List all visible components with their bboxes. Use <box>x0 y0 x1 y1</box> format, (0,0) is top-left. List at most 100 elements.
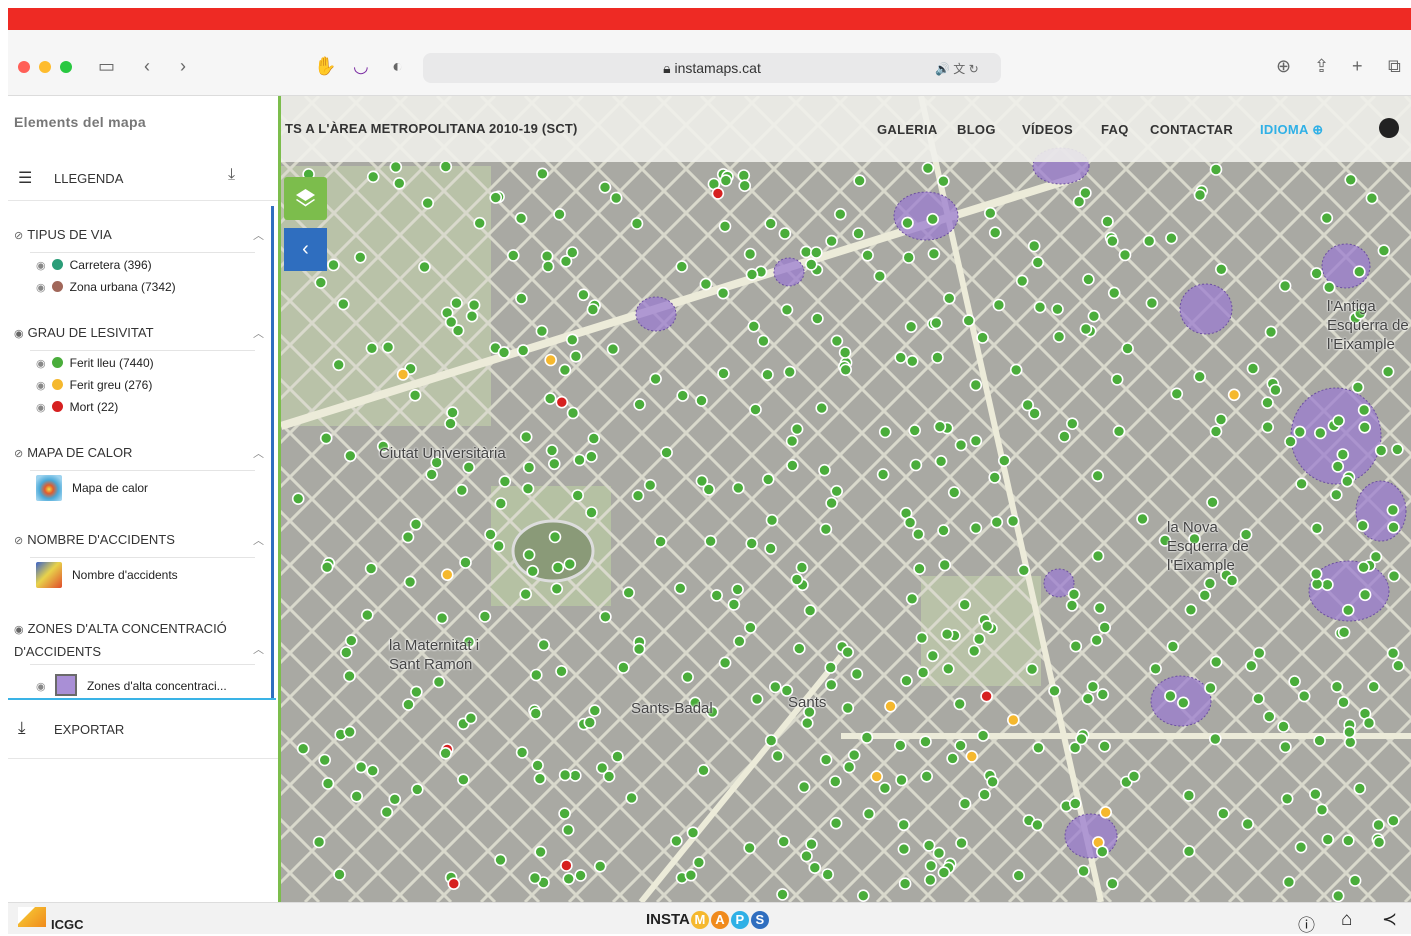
accident-point <box>908 424 922 437</box>
group-tipus-de-via[interactable]: ⊘ TIPUS DE VIA ︿ <box>14 227 264 242</box>
accident-point <box>1374 444 1388 457</box>
eye-slash-icon[interactable]: ⊘ <box>14 448 23 460</box>
export-label[interactable]: EXPORTAR <box>54 722 124 737</box>
accident-point <box>1337 695 1350 709</box>
accident-point <box>790 573 804 586</box>
map-layer[interactable] <box>281 96 1411 902</box>
eye-icon[interactable]: ◉ <box>36 282 46 294</box>
accident-point <box>402 698 415 711</box>
accident-point <box>920 769 934 783</box>
eye-icon[interactable]: ◉ <box>36 402 46 414</box>
accident-point <box>697 763 710 777</box>
accident-point <box>1282 875 1296 889</box>
download-icon[interactable]: ⊕ <box>1276 54 1291 78</box>
icgc-logo-text[interactable]: ICGC <box>51 917 84 932</box>
accident-point <box>555 395 569 409</box>
accident-point <box>830 484 844 498</box>
info-icon[interactable]: ⓘ <box>1298 911 1315 936</box>
back-icon[interactable]: ‹ <box>144 54 150 78</box>
accident-point <box>1386 646 1400 660</box>
audio-translate-reload-icons[interactable]: 🔊 文 ↻ <box>935 60 979 77</box>
accident-point <box>745 268 759 281</box>
eye-icon[interactable]: ◉ <box>36 260 46 272</box>
export-icon[interactable]: ⤓ <box>18 718 26 738</box>
icgc-logo-icon[interactable] <box>18 907 46 927</box>
map-canvas[interactable]: TS A L'ÀREA METROPOLITANA 2010-19 (SCT) … <box>281 96 1411 902</box>
share-network-icon[interactable]: ≺ <box>1382 909 1397 930</box>
tabs-overview-icon[interactable]: ⧉ <box>1388 54 1401 78</box>
nav-galeria[interactable]: GALERIA <box>877 122 938 137</box>
accident-point <box>1096 688 1110 701</box>
share-icon[interactable]: ⇪ <box>1314 54 1329 78</box>
eye-icon[interactable]: ◉ <box>36 358 46 370</box>
pocket-icon[interactable]: ◡ <box>353 54 369 78</box>
accident-point <box>1344 173 1357 187</box>
nav-videos[interactable]: VÍDEOS <box>1022 122 1073 137</box>
place-label: Sants-Badal <box>631 700 713 717</box>
shield-icon[interactable]: ◐ <box>392 54 403 78</box>
accident-point <box>450 296 463 310</box>
nav-contactar[interactable]: CONTACTAR <box>1150 122 1233 137</box>
chevron-up-icon[interactable]: ︿ <box>253 640 264 661</box>
accident-point <box>841 645 855 659</box>
accident-point <box>969 521 983 535</box>
eye-slash-icon[interactable]: ⊘ <box>14 230 23 242</box>
accident-point <box>1321 833 1335 846</box>
accident-point <box>1261 396 1274 410</box>
eye-icon[interactable]: ◉ <box>36 681 46 693</box>
eye-icon[interactable]: ◉ <box>14 624 24 636</box>
accident-point <box>643 478 657 492</box>
minimize-window-button[interactable] <box>39 61 51 73</box>
legend-label[interactable]: LLEGENDA <box>54 171 123 186</box>
accident-point <box>1193 370 1207 384</box>
accident-point <box>972 632 986 646</box>
close-window-button[interactable] <box>18 61 30 73</box>
chevron-up-icon[interactable]: ︿ <box>253 445 264 461</box>
download-legend-icon[interactable]: ⤓ <box>228 166 235 184</box>
group-nombre-d-accidents[interactable]: ⊘ NOMBRE D'ACCIDENTS ︿ <box>14 532 264 547</box>
accident-point <box>566 406 580 420</box>
collapse-sidebar-button[interactable]: ‹ <box>284 228 327 271</box>
chevron-up-icon[interactable]: ︿ <box>253 325 264 341</box>
heatmap-thumbnail <box>36 475 62 501</box>
accident-point <box>598 181 612 194</box>
eye-slash-icon[interactable]: ⊘ <box>14 535 23 547</box>
accident-point <box>336 297 350 311</box>
extension-hand-icon[interactable]: ✋ <box>314 54 336 78</box>
accident-point <box>1330 488 1343 502</box>
accident-point <box>541 260 555 273</box>
concentration-zone <box>893 191 959 241</box>
instamaps-logo[interactable]: INSTA M A P S <box>646 911 770 929</box>
nav-faq[interactable]: FAQ <box>1101 122 1129 137</box>
forward-icon[interactable]: › <box>180 54 186 78</box>
accident-point <box>497 346 511 359</box>
user-account-icon[interactable] <box>1379 118 1399 138</box>
home-icon[interactable]: ⌂ <box>1341 909 1352 931</box>
scroll-indicator[interactable] <box>271 206 274 698</box>
accident-point <box>719 174 733 187</box>
maximize-window-button[interactable] <box>60 61 72 73</box>
nav-blog[interactable]: BLOG <box>957 122 996 137</box>
url-text: 🔒︎ instamaps.cat <box>663 60 761 76</box>
group-mapa-de-calor[interactable]: ⊘ MAPA DE CALOR ︿ <box>14 445 264 460</box>
green-dot-icon <box>51 357 63 368</box>
accident-point <box>897 818 911 832</box>
new-tab-icon[interactable]: + <box>1352 54 1363 78</box>
accident-point <box>654 535 667 548</box>
accident-point <box>830 334 844 348</box>
accident-point <box>1209 655 1223 669</box>
chevron-up-icon[interactable]: ︿ <box>253 532 264 548</box>
eye-icon[interactable]: ◉ <box>14 328 24 340</box>
accident-point <box>1031 818 1044 832</box>
address-bar[interactable]: 🔒︎ instamaps.cat 🔊 文 ↻ <box>423 53 1001 83</box>
group-grau-de-lesivitat[interactable]: ◉ GRAU DE LESIVITAT ︿ <box>14 325 264 340</box>
sidebar-toggle-icon[interactable]: ▭ <box>98 54 115 78</box>
accident-point <box>1297 689 1311 703</box>
chevron-up-icon[interactable]: ︿ <box>253 227 264 243</box>
nav-idioma[interactable]: IDIOMA ⊕ <box>1260 122 1323 138</box>
divider <box>30 664 255 665</box>
layers-button[interactable] <box>284 177 327 220</box>
eye-icon[interactable]: ◉ <box>36 380 46 392</box>
accident-point <box>531 759 544 772</box>
group-zones-alta-concentracio[interactable]: ◉ ZONES D'ALTA CONCENTRACIÓ D'ACCIDENTS ︿ <box>14 618 264 662</box>
